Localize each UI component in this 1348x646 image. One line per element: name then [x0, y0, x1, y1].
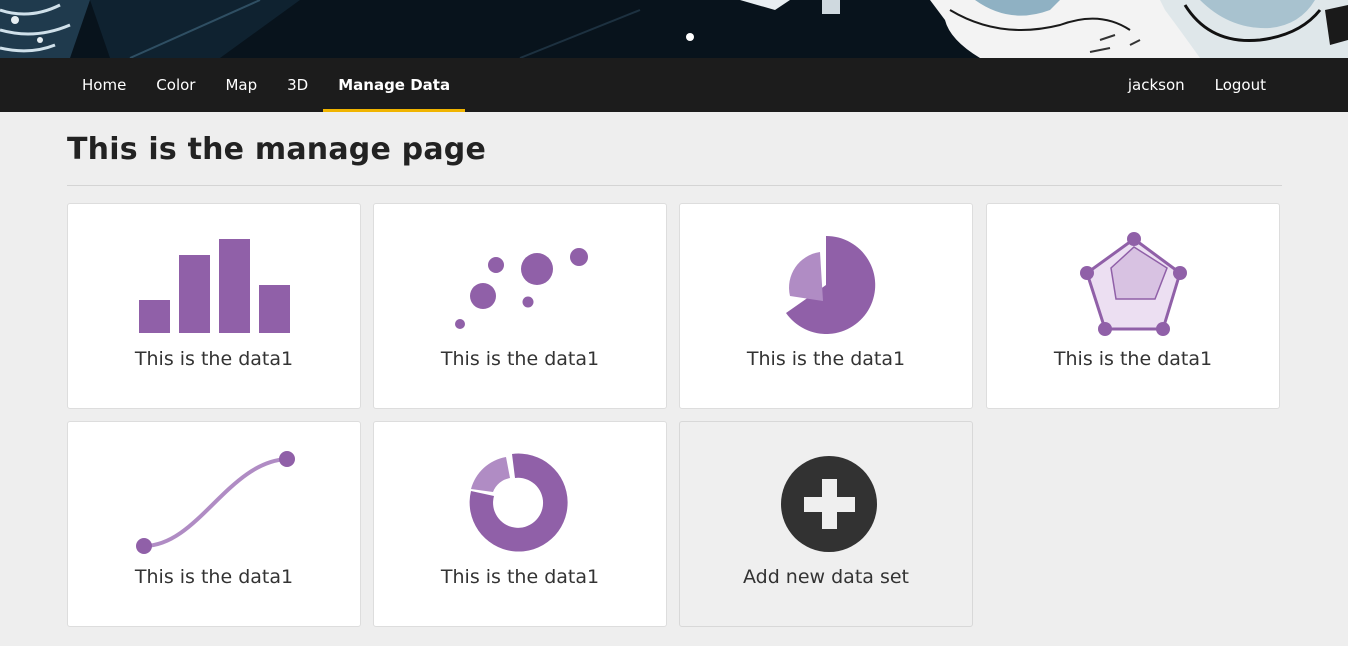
- card-label: This is the data1: [440, 348, 600, 370]
- title-divider: [67, 185, 1282, 186]
- line-chart-icon: [136, 451, 295, 554]
- data-card-6[interactable]: This is the data1: [373, 421, 667, 627]
- card-label: This is the data1: [746, 348, 906, 370]
- bubble-chart-icon: [455, 248, 588, 329]
- card-label: This is the data1: [134, 348, 294, 370]
- add-data-set-label: Add new data set: [742, 566, 909, 588]
- add-data-set-card[interactable]: Add new data set: [679, 421, 973, 627]
- card-label: This is the data1: [134, 566, 294, 588]
- data-card-3[interactable]: This is the data1: [679, 203, 973, 409]
- data-card-2[interactable]: This is the data1: [373, 203, 667, 409]
- top-navbar: Home Color Map 3D Manage Data jackson Lo…: [0, 58, 1348, 112]
- card-label: This is the data1: [440, 566, 600, 588]
- page-title: This is the manage page: [67, 132, 486, 167]
- nav-logout[interactable]: Logout: [1200, 58, 1281, 112]
- nav-color[interactable]: Color: [141, 58, 210, 112]
- banner-illustration: [0, 0, 1348, 58]
- nav-username[interactable]: jackson: [1113, 58, 1200, 112]
- nav-map[interactable]: Map: [210, 58, 272, 112]
- card-label: This is the data1: [1053, 348, 1213, 370]
- data-card-1[interactable]: This is the data1: [67, 203, 361, 409]
- nav-left-group: Home Color Map 3D Manage Data: [67, 58, 466, 112]
- pie-chart-icon: [786, 235, 876, 334]
- data-card-4[interactable]: This is the data1: [986, 203, 1280, 409]
- nav-manage-data[interactable]: Manage Data: [323, 58, 466, 112]
- nav-home[interactable]: Home: [67, 58, 141, 112]
- nav-3d[interactable]: 3D: [272, 58, 323, 112]
- nav-right-group: jackson Logout: [1113, 58, 1281, 112]
- add-circle-icon[interactable]: [680, 422, 972, 562]
- header-banner: [0, 0, 1348, 58]
- bar-chart-icon: [139, 239, 290, 333]
- data-card-5[interactable]: This is the data1: [67, 421, 361, 627]
- radar-chart-icon: [1080, 232, 1187, 336]
- donut-chart-icon: [469, 453, 568, 552]
